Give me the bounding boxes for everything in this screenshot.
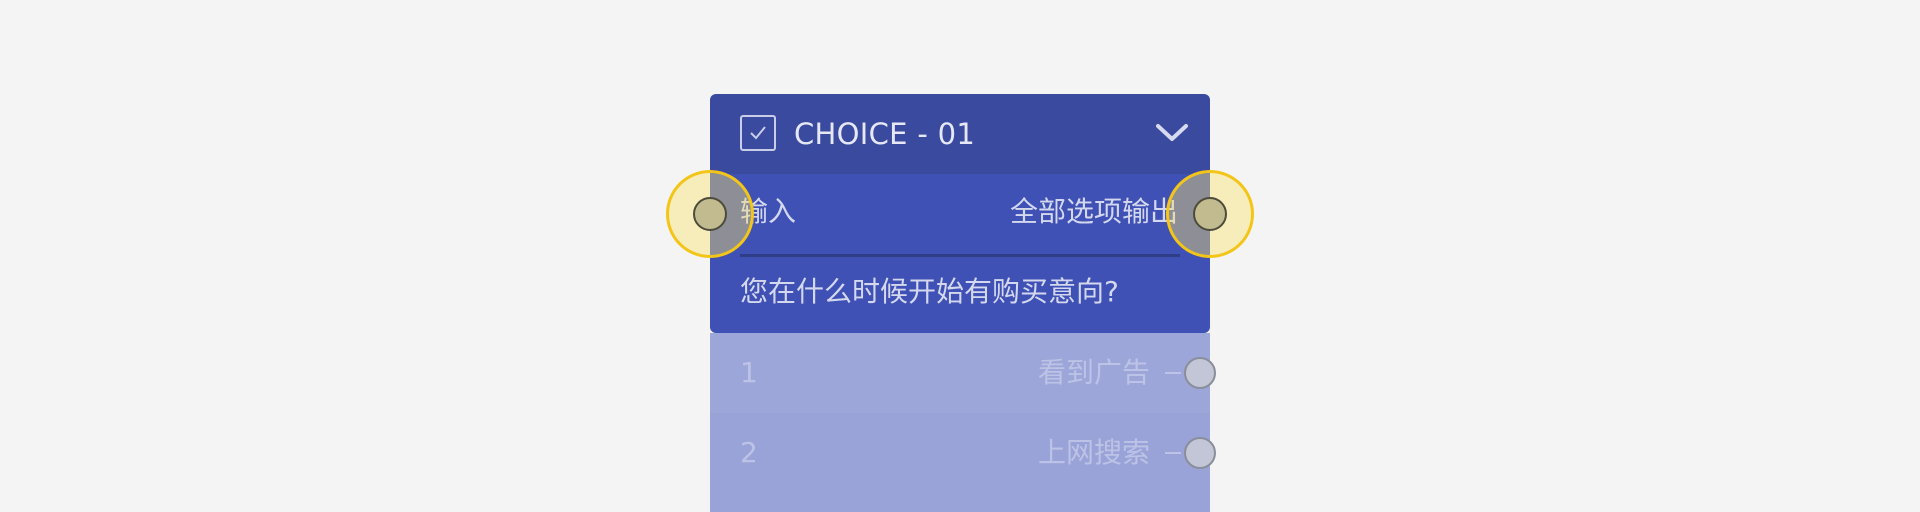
option-row[interactable]: 1 看到广告 <box>710 333 1216 413</box>
question-text: 您在什么时候开始有购买意向? <box>740 275 1119 308</box>
output-port-label: 全部选项输出 <box>1009 195 1178 228</box>
input-port-highlight <box>666 170 754 258</box>
option-index: 2 <box>740 436 758 469</box>
node-body: 输入 全部选项输出 您在什么时候开始有购买意向? <box>710 174 1210 333</box>
option-output-port[interactable] <box>1184 357 1216 389</box>
chevron-down-icon[interactable] <box>1154 118 1190 148</box>
checkbox-checked-icon <box>740 115 776 151</box>
divider <box>740 254 1180 257</box>
option-label: 看到广告 <box>1037 356 1150 389</box>
option-connector <box>1165 452 1181 454</box>
choice-node[interactable]: CHOICE - 01 输入 全部选项输出 您在什么时候开始有购买意向? 1 看… <box>710 94 1216 512</box>
option-row[interactable]: 2 上网搜索 <box>710 413 1216 512</box>
output-port-highlight <box>1166 170 1254 258</box>
option-output-port[interactable] <box>1184 437 1216 469</box>
node-title: CHOICE - 01 <box>794 117 976 151</box>
input-port[interactable] <box>693 197 727 231</box>
node-header[interactable]: CHOICE - 01 <box>710 94 1210 174</box>
option-index: 1 <box>740 356 758 389</box>
option-list: 1 看到广告 2 上网搜索 <box>710 333 1216 512</box>
output-port[interactable] <box>1193 197 1227 231</box>
option-connector <box>1165 372 1181 374</box>
option-label: 上网搜索 <box>1037 436 1150 469</box>
